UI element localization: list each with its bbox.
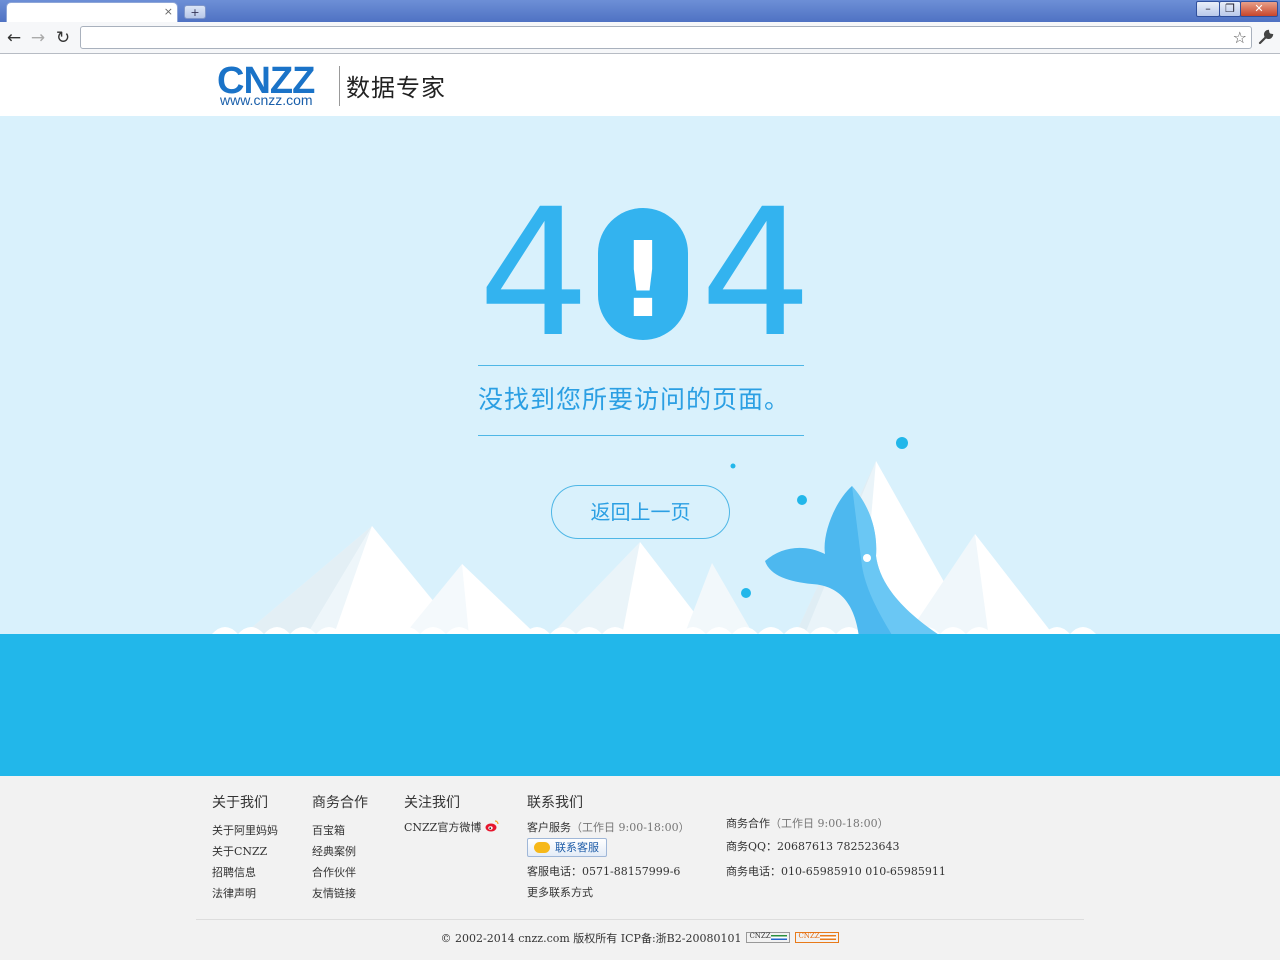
footer-heading-business: 商务合作 (312, 795, 368, 811)
footer-col-contact: 联系我们 客户服务（工作日 9:00-18:00） 联系客服 客服电话：0571… (527, 792, 690, 903)
footer-link[interactable]: 友情链接 (312, 883, 368, 904)
badge-stripes (771, 935, 788, 940)
more-contact-link[interactable]: 更多联系方式 (527, 882, 690, 903)
contact-support-label: 联系客服 (555, 841, 599, 854)
restore-button[interactable]: ❐ (1219, 1, 1241, 17)
badge-stripes (820, 935, 837, 940)
biz-qq: 商务QQ：20687613 782523643 (726, 840, 900, 853)
browser-tab[interactable]: × (6, 2, 178, 22)
cnzz-stat-badge-orange-label: CNZZ (798, 932, 820, 940)
address-bar[interactable]: ☆ (80, 26, 1252, 49)
footer-col-biz-contact: 商务合作（工作日 9:00-18:00） 商务QQ：20687613 78252… (726, 816, 946, 882)
footer-link[interactable]: 招聘信息 (212, 862, 278, 883)
cnzz-logo-url[interactable]: www.cnzz.com (220, 92, 313, 108)
error-digit-left: 4 (478, 198, 590, 348)
close-window-button[interactable]: ✕ (1240, 1, 1278, 17)
reload-icon[interactable]: ↻ (53, 28, 73, 48)
logo-tagline: 数据专家 (346, 74, 446, 102)
footer-col-about: 关于我们 关于阿里妈妈 关于CNZZ 招聘信息 法律声明 (212, 792, 278, 904)
biz-contact-line: 商务合作（工作日 9:00-18:00） (726, 816, 946, 832)
footer-col-follow: 关注我们 CNZZ官方微博 (404, 792, 499, 836)
customer-service-label: 客户服务 (527, 821, 571, 834)
footer-heading-follow: 关注我们 (404, 795, 460, 811)
forward-arrow-icon[interactable]: → (28, 28, 48, 48)
copyright-line: © 2002-2014 cnzz.com 版权所有 ICP备:浙B2-20080… (0, 930, 1280, 946)
footer-col-business: 商务合作 百宝箱 经典案例 合作伙伴 友情链接 (312, 792, 368, 904)
copyright-text: © 2002-2014 cnzz.com 版权所有 ICP备:浙B2-20080… (440, 932, 742, 945)
error-stage: 4 ! 4 没找到您所要访问的页面。 返回上一页 (0, 116, 1280, 776)
site-header: CNZZ www.cnzz.com 数据专家 (0, 54, 1280, 116)
customer-service-line: 客户服务（工作日 9:00-18:00） (527, 820, 690, 836)
cnzz-stat-badge-orange[interactable]: CNZZ (795, 932, 840, 943)
sea (0, 634, 1280, 776)
biz-phone: 商务电话：010-65985910 010-65985911 (726, 865, 946, 878)
footer-link[interactable]: 经典案例 (312, 841, 368, 862)
minimize-button[interactable]: – (1196, 1, 1220, 17)
error-code-404: 4 ! 4 (478, 198, 808, 348)
cnzz-stat-badge[interactable]: CNZZ (746, 932, 791, 943)
footer-link[interactable]: 关于阿里妈妈 (212, 820, 278, 841)
window-titlebar: × + – ❐ ✕ (0, 0, 1280, 22)
support-phone: 客服电话：0571-88157999-6 (527, 865, 681, 878)
weibo-link-label: CNZZ官方微博 (404, 821, 482, 834)
back-button[interactable]: 返回上一页 (551, 485, 730, 539)
tab-close-icon[interactable]: × (164, 4, 173, 20)
footer-link[interactable]: 百宝箱 (312, 820, 368, 841)
contact-support-button[interactable]: 联系客服 (527, 838, 607, 857)
chat-bubble-icon (534, 842, 550, 853)
back-arrow-icon[interactable]: ← (4, 28, 24, 48)
biz-contact-label: 商务合作 (726, 817, 770, 830)
bookmark-star-icon[interactable]: ☆ (1233, 27, 1247, 48)
weibo-link[interactable]: CNZZ官方微博 (404, 820, 499, 836)
error-message: 没找到您所要访问的页面。 (478, 385, 791, 414)
cnzz-stat-badge-label: CNZZ (749, 932, 771, 940)
customer-service-hours: （工作日 9:00-18:00） (571, 821, 690, 834)
message-top-divider (478, 365, 804, 366)
exclamation-icon: ! (619, 219, 666, 341)
footer-link[interactable]: 合作伙伴 (312, 862, 368, 883)
footer-heading-contact: 联系我们 (527, 795, 583, 811)
footer-link[interactable]: 关于CNZZ (212, 841, 278, 862)
site-footer: 关于我们 关于阿里妈妈 关于CNZZ 招聘信息 法律声明 商务合作 百宝箱 经典… (0, 776, 1280, 960)
biz-contact-hours: （工作日 9:00-18:00） (770, 817, 889, 830)
error-digit-right: 4 (700, 198, 808, 348)
footer-link[interactable]: 法律声明 (212, 883, 278, 904)
new-tab-button[interactable]: + (184, 5, 206, 19)
logo-divider (339, 66, 340, 106)
wrench-icon[interactable] (1258, 29, 1274, 49)
footer-divider (196, 919, 1084, 920)
footer-heading-about: 关于我们 (212, 795, 268, 811)
browser-toolbar: ← → ↻ ☆ (0, 22, 1280, 54)
weibo-icon (485, 820, 499, 832)
